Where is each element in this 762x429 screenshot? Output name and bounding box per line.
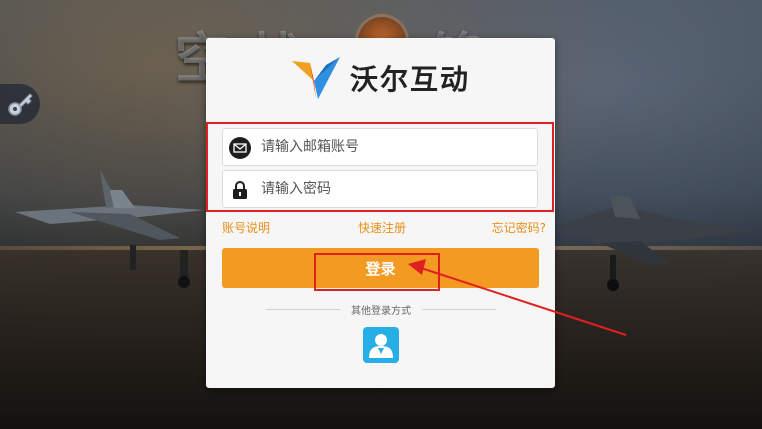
guest-login-button[interactable] [363,327,399,363]
floating-menu-button[interactable] [0,84,40,124]
email-input[interactable] [261,129,529,165]
brand-logo: 沃尔互动 [290,54,470,102]
password-input[interactable] [261,171,529,207]
mail-icon [229,137,251,159]
forgot-password-link[interactable]: 忘记密码? [492,219,546,236]
login-button[interactable]: 登录 [222,248,539,288]
password-field[interactable] [222,170,538,208]
jet-right-image [560,185,760,295]
account-links: 账号说明 快速注册 忘记密码? [222,219,546,237]
login-dialog: 沃尔互动 账号说明 快速注册 忘记密码? 登录 其他登录方式 [206,38,555,388]
key-icon [8,93,33,116]
divider-line-left [266,309,340,310]
quick-register-link[interactable]: 快速注册 [358,219,406,236]
email-field[interactable] [222,128,538,166]
other-login-label: 其他登录方式 [351,306,411,317]
lock-icon [233,181,247,199]
brand-v-icon [292,57,340,99]
account-help-link[interactable]: 账号说明 [222,219,270,236]
other-login-divider: 其他登录方式 [266,302,496,317]
user-icon [369,334,393,358]
divider-line-right [422,309,496,310]
jet-left-image [10,150,210,290]
brand-name: 沃尔互动 [350,63,471,96]
